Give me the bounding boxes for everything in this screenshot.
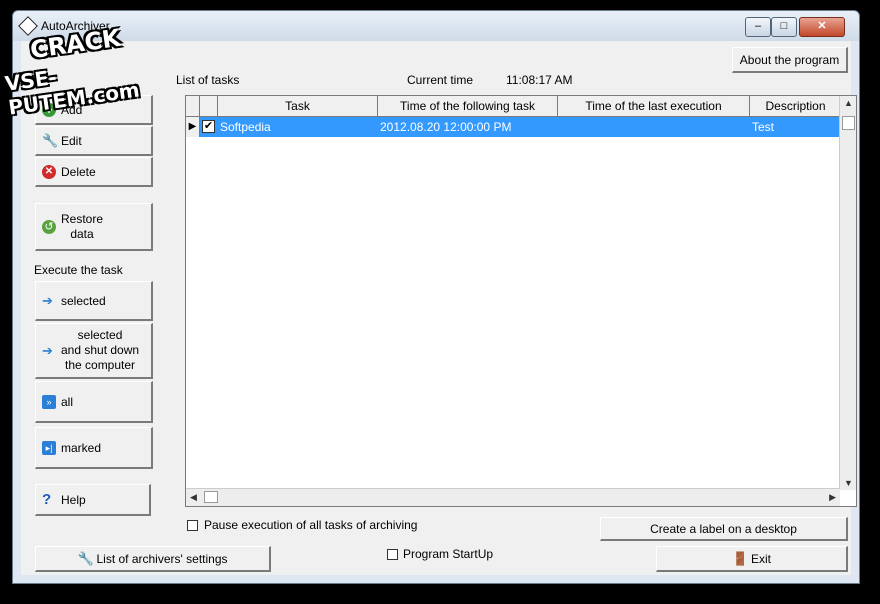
archivers-settings-label: List of archivers' settings: [96, 551, 228, 566]
row-task-cell: Softpedia: [220, 120, 271, 134]
watermark-logo: CRACK VSE-PUTEM.com: [3, 24, 176, 120]
execute-marked-button[interactable]: ▸| marked: [35, 427, 153, 469]
row-description-cell: Test: [752, 120, 775, 134]
help-icon: ?: [42, 490, 52, 508]
horizontal-scrollbar[interactable]: ◀ ▶: [186, 488, 840, 506]
col-header-last-execution[interactable]: Time of the last execution: [558, 96, 750, 117]
skip-forward-icon: ▸|: [42, 440, 56, 455]
col-header-next-time[interactable]: Time of the following task: [378, 96, 558, 117]
minimize-icon: –: [754, 20, 762, 32]
horizontal-scroll-thumb[interactable]: [204, 491, 218, 503]
exit-button[interactable]: 🚪 Exit: [656, 546, 848, 572]
vertical-scrollbar[interactable]: ▲ ▼: [839, 96, 856, 490]
shutdown-line3: the computer: [65, 358, 136, 372]
wrench-icon: 🔧: [77, 550, 94, 566]
pause-checkbox[interactable]: [187, 520, 198, 531]
row-last-execution-cell: [560, 117, 748, 137]
vertical-scroll-thumb[interactable]: [842, 116, 855, 130]
execute-marked-label: marked: [61, 440, 102, 455]
scroll-down-icon[interactable]: ▼: [844, 478, 853, 488]
maximize-icon: □: [780, 20, 788, 32]
execute-all-button[interactable]: » all: [35, 381, 153, 423]
create-desktop-label-button[interactable]: Create a label on a desktop: [600, 517, 848, 541]
execute-task-label: Execute the task: [34, 263, 123, 277]
startup-checkbox[interactable]: [387, 549, 398, 560]
execute-selected-button[interactable]: ➔ selected: [35, 281, 153, 321]
create-desktop-label: Create a label on a desktop: [650, 521, 797, 536]
current-time-label: Current time: [407, 73, 474, 87]
list-of-tasks-label: List of tasks: [176, 73, 240, 87]
delete-icon: ✕: [42, 164, 56, 179]
col-header-task[interactable]: Task: [218, 96, 378, 117]
help-label: Help: [61, 492, 86, 507]
minimize-button[interactable]: –: [745, 17, 771, 37]
execute-selected-label: selected: [61, 293, 106, 308]
grid-check-header: [200, 96, 218, 117]
arrow-right-icon: ➔: [42, 292, 53, 308]
maximize-button[interactable]: □: [771, 17, 797, 37]
restore-line1: Restore: [61, 211, 104, 226]
restore-data-button[interactable]: ↺ Restore data: [35, 203, 153, 251]
exit-door-icon: 🚪: [731, 550, 749, 566]
startup-label: Program StartUp: [403, 547, 494, 561]
restore-icon: ↺: [42, 219, 56, 234]
current-time-value: 11:08:17 AM: [506, 73, 573, 87]
edit-label: Edit: [61, 133, 82, 148]
pause-label: Pause execution of all tasks of archivin…: [204, 518, 418, 532]
edit-button[interactable]: 🔧 Edit: [35, 126, 153, 156]
delete-button[interactable]: ✕ Delete: [35, 157, 153, 187]
restore-data-label: Restore data: [61, 212, 103, 242]
about-program-button[interactable]: About the program: [732, 47, 848, 73]
execute-selected-shutdown-button[interactable]: ➔ selected and shut down the computer: [35, 323, 153, 379]
scroll-up-icon[interactable]: ▲: [844, 98, 853, 108]
close-button[interactable]: ✕: [799, 17, 845, 37]
client-area: List of tasks Current time 11:08:17 AM A…: [21, 41, 857, 575]
col-header-description[interactable]: Description: [750, 96, 842, 117]
fast-forward-icon: »: [42, 394, 56, 409]
help-button[interactable]: ? Help: [35, 484, 151, 516]
row-next-time-cell: 2012.08.20 12:00:00 PM: [380, 120, 512, 134]
restore-line2: data: [70, 226, 94, 241]
task-grid[interactable]: Task Time of the following task Time of …: [185, 95, 857, 507]
scroll-left-icon[interactable]: ◀: [190, 492, 197, 503]
wrench-icon: 🔧: [42, 132, 59, 148]
row-pointer-icon: ▶: [186, 117, 200, 137]
arrow-right-icon: ➔: [42, 342, 53, 358]
shutdown-line1: selected: [77, 328, 123, 342]
delete-label: Delete: [61, 164, 96, 179]
about-program-label: About the program: [739, 52, 840, 67]
execute-shutdown-label: selected and shut down the computer: [61, 328, 139, 373]
exit-label: Exit: [750, 551, 771, 566]
shutdown-line2: and shut down: [61, 343, 140, 357]
grid-corner: [186, 96, 200, 117]
scroll-right-icon[interactable]: ▶: [829, 492, 836, 503]
execute-all-label: all: [61, 394, 74, 409]
archivers-settings-button[interactable]: 🔧 List of archivers' settings: [35, 546, 271, 572]
close-icon: ✕: [817, 20, 827, 32]
row-checkbox[interactable]: ✔: [202, 120, 215, 133]
